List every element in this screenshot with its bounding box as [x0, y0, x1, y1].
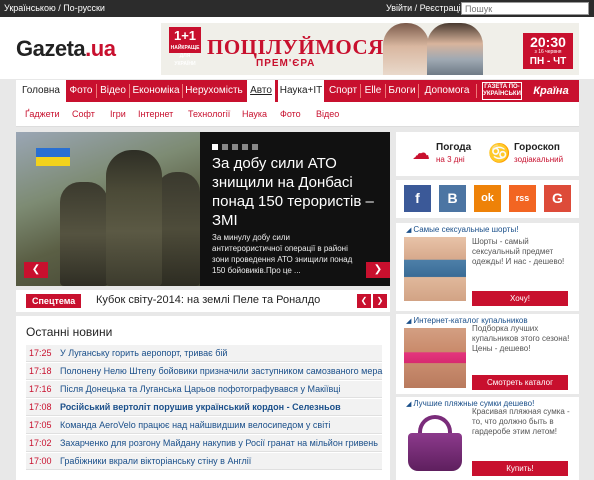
nav-item-blogs[interactable]: Блоги: [386, 80, 418, 102]
nav-item-home[interactable]: Головна: [16, 80, 66, 102]
cancer-zodiac-icon: ♋: [488, 143, 511, 163]
subnav-item-soft[interactable]: Софт: [72, 109, 95, 119]
news-row[interactable]: 17:00 Грабіжники вкрали вікторіанську сті…: [26, 453, 382, 470]
hero-headline[interactable]: За добу сили АТО знищили на Донбасі пона…: [212, 154, 382, 230]
hero-lead: За минулу добу сили антитерористичної оп…: [212, 233, 353, 275]
subnav-item-gadgets[interactable]: Ґаджети: [25, 109, 60, 119]
ad-cta-button[interactable]: Хочу!: [472, 291, 568, 306]
ad-block-bags[interactable]: Лучшие пляжные сумки дешево! Красивая пл…: [396, 397, 579, 480]
nav-item-video[interactable]: Відео: [97, 80, 129, 102]
special-topic-label: Спецтема: [26, 294, 82, 308]
ad-cta-button[interactable]: Смотреть каталог: [472, 375, 568, 390]
nav-item-realty[interactable]: Нерухомість: [183, 80, 245, 102]
vk-icon[interactable]: В: [439, 185, 466, 212]
special-prev-button[interactable]: ❮: [357, 294, 371, 308]
language-switcher[interactable]: Українською / По-русски: [4, 3, 105, 13]
slider-prev-button[interactable]: ❮: [24, 262, 48, 278]
ad-banner[interactable]: 1+1 НАЙКРАЩЕ ДЛЯ УКРАЇНИ ПОЦІЛУЙМОСЯ ПРЕМ…: [161, 23, 579, 75]
nav-item-auto[interactable]: Авто: [247, 80, 275, 102]
news-row[interactable]: 17:08 Російський вертоліт порушив українс…: [26, 399, 382, 416]
ad-description: Шорты - самый сексуальный предмет одежды…: [472, 237, 565, 266]
banner-subtitle: ПРЕМ'ЄРА: [256, 58, 316, 69]
latest-news: Останні новини 17:25 У Луганську горить а…: [16, 316, 390, 480]
nav-item-elle[interactable]: Elle: [361, 80, 385, 102]
special-next-button[interactable]: ❯: [373, 294, 387, 308]
special-topic-link[interactable]: Кубок світу-2014: на землі Пеле та Ронал…: [96, 294, 320, 306]
banner-actor-image: [427, 23, 483, 75]
rss-icon[interactable]: rss: [509, 185, 536, 212]
sub-nav: Ґаджети Софт Ігри Інтернет Технології На…: [16, 102, 579, 127]
channel-logo: 1+1 НАЙКРАЩЕ ДЛЯ УКРАЇНИ: [169, 27, 201, 67]
nav-item-photo[interactable]: Фото: [66, 80, 96, 102]
top-bar: Українською / По-русски Увійти / Реєстра…: [0, 0, 594, 17]
cloud-icon: ☁: [412, 143, 430, 163]
ad-image-bag[interactable]: [404, 411, 466, 473]
login-register-link[interactable]: Увійти / Реєстрація: [386, 3, 466, 13]
banner-actress-image: [383, 23, 429, 75]
ad-block-swimsuits[interactable]: Интернет-каталог купальников Подборка лу…: [396, 314, 579, 394]
slider-dots[interactable]: [212, 142, 262, 153]
subnav-item-science[interactable]: Наука: [242, 109, 267, 119]
ad-description: Подборка лучших купальников этого сезона…: [472, 324, 570, 353]
news-row[interactable]: 17:05 Команда AeroVelo працює над найшвид…: [26, 417, 382, 434]
nav-item-gazeta-po-ukrainsky[interactable]: ГАЗЕТА ПО-УКРАЇНСЬКИ: [482, 82, 522, 100]
subnav-item-games[interactable]: Ігри: [110, 109, 126, 119]
search-input[interactable]: [461, 2, 589, 15]
nav-item-economy[interactable]: Економіка: [130, 80, 182, 102]
banner-title: ПОЦІЛУЙМОСЯ: [207, 35, 384, 59]
latest-news-title: Останні новини: [26, 325, 113, 339]
facebook-icon[interactable]: f: [404, 185, 431, 212]
hero-slider[interactable]: За добу сили АТО знищили на Донбасі пона…: [16, 132, 390, 286]
nav-item-help[interactable]: Допомога: [419, 80, 475, 102]
special-topic-bar: Спецтема Кубок світу-2014: на землі Пеле…: [16, 290, 390, 312]
weather-horoscope-widget: ☁ Погода на 3 дні ♋ Гороскоп зодіакальни…: [396, 132, 579, 176]
site-logo[interactable]: Gazeta.ua: [16, 36, 116, 62]
banner-schedule: 20:30 з 16 червня ПН - ЧТ: [523, 33, 573, 69]
news-row[interactable]: 17:25 У Луганську горить аеропорт, триває…: [26, 345, 382, 362]
main-nav: Головна Фото Відео Економіка Нерухомість…: [16, 80, 579, 102]
ad-title[interactable]: Самые сексуальные шорты!: [406, 225, 518, 234]
subnav-item-photo[interactable]: Фото: [280, 109, 301, 119]
ad-image-shorts[interactable]: [404, 237, 466, 301]
news-row[interactable]: 17:18 Полонену Нелю Штепу бойовики призна…: [26, 363, 382, 380]
ad-block-shorts[interactable]: Самые сексуальные шорты! Шорты - самый с…: [396, 223, 579, 311]
nav-item-sport[interactable]: Спорт: [326, 80, 360, 102]
odnoklassniki-icon[interactable]: ok: [474, 185, 501, 212]
nav-item-kraina[interactable]: Країна: [528, 80, 574, 102]
subnav-item-technologies[interactable]: Технології: [188, 109, 230, 119]
subnav-item-internet[interactable]: Інтернет: [138, 109, 173, 119]
ad-image-swimsuit[interactable]: [404, 328, 466, 388]
news-row[interactable]: 17:02 Захарченко для розгону Майдану наку…: [26, 435, 382, 452]
ad-cta-button[interactable]: Купить!: [472, 461, 568, 476]
slider-next-button[interactable]: ❯: [366, 262, 390, 278]
ad-description: Красивая пляжная сумка - то, что должно …: [472, 407, 570, 436]
social-links: f В ok rss G: [396, 180, 579, 218]
google-plus-icon[interactable]: G: [544, 185, 571, 212]
subnav-item-video[interactable]: Відео: [316, 109, 339, 119]
header: Gazeta.ua 1+1 НАЙКРАЩЕ ДЛЯ УКРАЇНИ ПОЦІЛУ…: [0, 17, 594, 79]
nav-item-science-it[interactable]: Наука+IT: [278, 80, 324, 102]
news-row[interactable]: 17:16 Після Донецька та Луганська Царьов …: [26, 381, 382, 398]
